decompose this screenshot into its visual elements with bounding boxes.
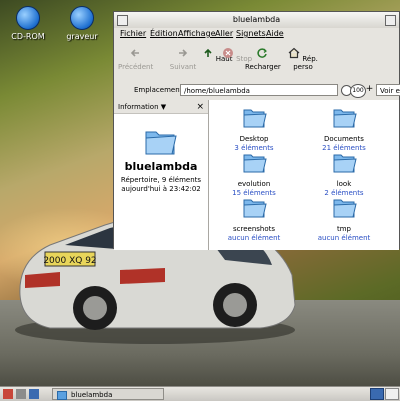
file-item[interactable]: evolution 15 éléments [219,151,289,198]
window-titlebar[interactable]: bluelambda [114,12,399,29]
file-count: aucun élément [227,234,281,242]
workspace-2-icon[interactable] [385,388,399,400]
folder-icon [243,109,267,128]
forward-arrow-icon [179,49,188,57]
menu-bar: Fichier Édition Affichage Aller Signets … [114,28,399,43]
zoom-in-icon[interactable]: + [365,85,374,94]
svg-text:2000 XQ 92: 2000 XQ 92 [43,256,96,266]
window-menu-icon[interactable] [117,15,128,26]
file-name: Desktop [239,135,269,143]
desktop-icon-label: graveur [66,32,98,41]
menu-signets[interactable]: Signets [236,29,266,38]
file-name: evolution [237,180,271,188]
location-bar: Emplacement : /home/bluelambda 100 + Voi… [114,82,400,101]
file-name: screenshots [232,225,276,233]
bottom-panel: bluelambda [0,386,400,401]
sidebar-folder-name: bluelambda [124,160,198,173]
taskbar-item[interactable]: bluelambda [52,388,164,400]
file-manager-window: bluelambda Fichier Édition Affichage All… [113,11,400,250]
cd-burner-icon [70,6,94,30]
forward-label: Suivant [169,63,197,71]
file-count: aucun élément [317,234,371,242]
information-sidebar: Information ▼ × bluelambda Répertoire, 9… [114,100,209,250]
up-arrow-icon [203,48,212,57]
location-input[interactable]: /home/bluelambda [180,84,338,96]
window-title: bluelambda [232,15,281,24]
sidebar-folder-info: Répertoire, 9 éléments aujourd'hui à 23:… [114,176,208,194]
reload-label: Recharger [245,63,281,71]
chevron-down-icon: ▼ [160,103,167,111]
desktop-icon-burner[interactable]: graveur [52,6,112,41]
menu-affichage[interactable]: Affichage [178,29,216,38]
back-label: Précédent [118,63,154,71]
toolbar: Précédent Suivant Haut Stop Recharger Ré… [114,42,399,83]
main-menu-icon[interactable] [3,389,13,399]
sidebar-info-type: Répertoire, 9 éléments [120,176,202,184]
desktop-icon-label: CD-ROM [11,32,45,41]
folder-icon [145,131,177,155]
folder-icon [243,154,267,173]
file-view: Desktop 3 éléments Documents 21 éléments… [209,100,399,250]
back-arrow-icon [130,49,139,57]
folder-icon [333,199,357,218]
menu-aide[interactable]: Aide [266,29,284,38]
desktop-icon-cdrom[interactable]: CD-ROM [0,6,58,41]
reload-icon [257,48,267,58]
stop-icon [222,48,233,58]
forward-button[interactable]: Suivant [166,47,200,71]
sidebar-header-label: Information [118,103,159,111]
workspace-1-icon[interactable] [370,388,384,400]
home-button[interactable]: Rép. perso [286,47,320,71]
file-item[interactable]: Documents 21 éléments [309,106,379,153]
close-icon[interactable]: × [196,100,204,114]
menu-edition[interactable]: Édition [150,29,178,38]
folder-icon [57,391,67,400]
view-as-select[interactable]: Voir en tant qu'icônes [376,84,400,96]
taskbar-item-label: bluelambda [71,391,113,399]
folder-icon [333,109,357,128]
cdrom-icon [16,6,40,30]
menu-aller[interactable]: Aller [215,29,233,38]
terminal-launcher-icon[interactable] [16,389,26,399]
file-name: Documents [324,135,364,143]
sidebar-info-date: aujourd'hui à 23:42:02 [121,185,201,193]
folder-icon [333,154,357,173]
zoom-level[interactable]: 100 [350,84,366,98]
close-icon[interactable] [385,15,396,26]
sidebar-header[interactable]: Information ▼ × [114,100,208,114]
home-icon [288,47,300,59]
menu-fichier[interactable]: Fichier [120,29,146,38]
file-item[interactable]: Desktop 3 éléments [219,106,289,153]
browser-launcher-icon[interactable] [29,389,39,399]
reload-button[interactable]: Recharger [245,47,281,71]
back-button[interactable]: Précédent [118,47,154,71]
file-item[interactable]: tmp aucun élément [309,196,379,243]
file-item[interactable]: look 2 éléments [309,151,379,198]
folder-icon [243,199,267,218]
file-item[interactable]: screenshots aucun élément [219,196,289,243]
file-name: tmp [336,225,351,233]
file-name: look [336,180,352,188]
